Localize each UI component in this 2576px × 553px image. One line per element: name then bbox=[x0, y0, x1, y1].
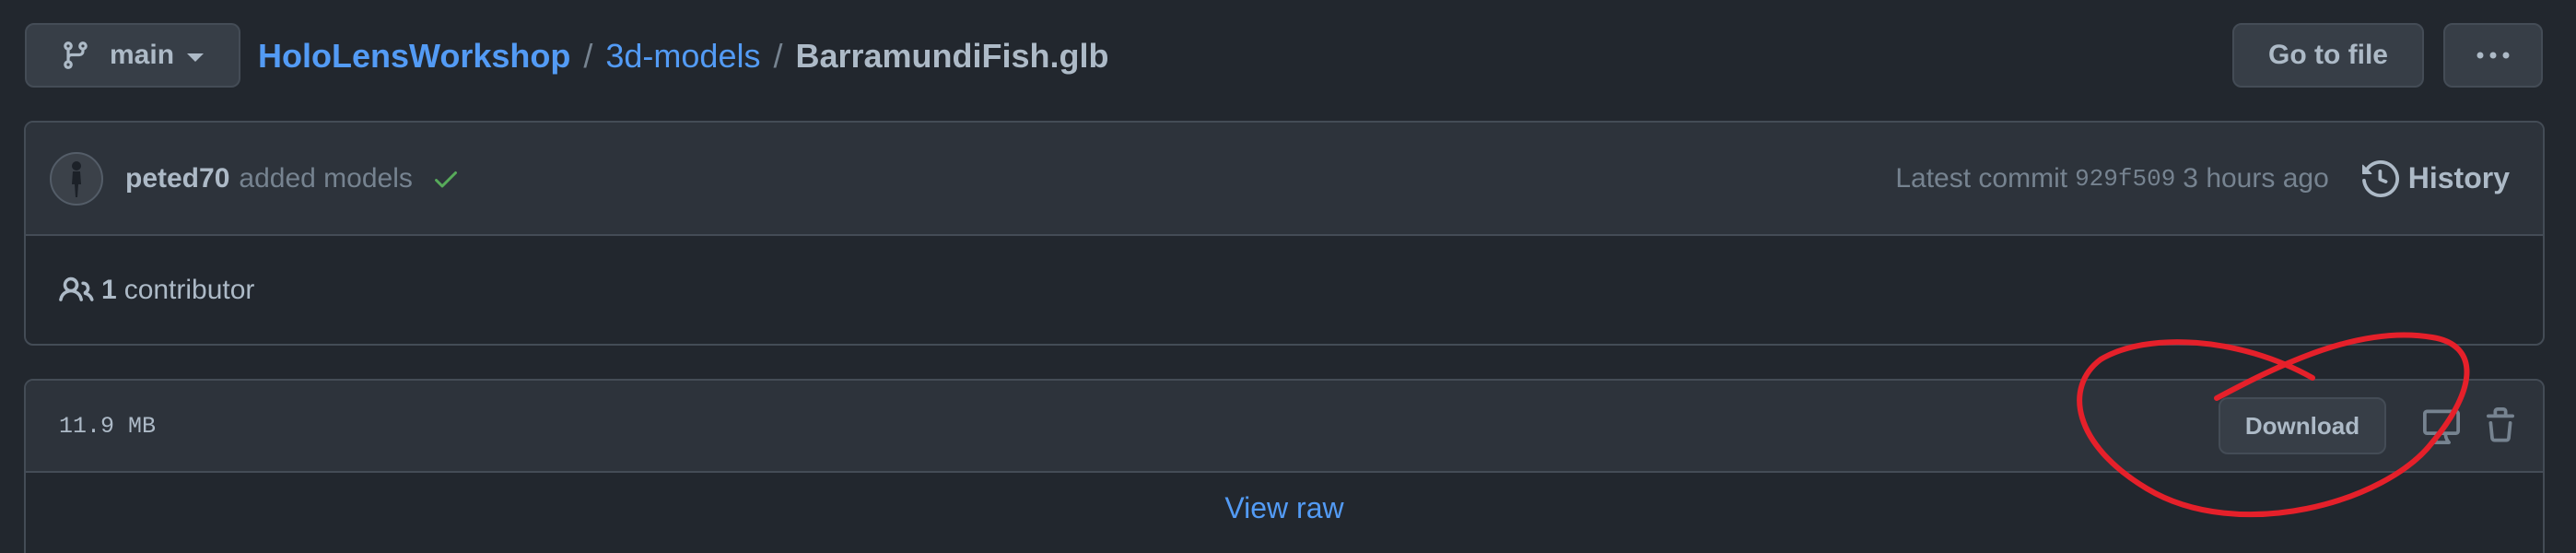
trash-icon bbox=[2487, 407, 2514, 442]
person-silhouette-icon bbox=[72, 160, 81, 197]
kebab-horizontal-icon bbox=[2476, 52, 2510, 59]
caret-down-icon bbox=[187, 53, 205, 62]
commit-time: 3 hours ago bbox=[2183, 162, 2329, 194]
file-view-page: main HoloLensWorkshop / 3d-models / Barr… bbox=[0, 0, 2576, 553]
file-header: 11.9 MB Download bbox=[26, 381, 2543, 473]
branch-selector-button[interactable]: main bbox=[25, 23, 240, 88]
people-icon bbox=[59, 276, 94, 301]
more-options-button[interactable] bbox=[2443, 23, 2543, 88]
go-to-file-button[interactable]: Go to file bbox=[2232, 23, 2424, 88]
contributor-count: 1 bbox=[101, 274, 117, 305]
latest-commit-box: peted70 added models Latest commit 929f5… bbox=[24, 121, 2545, 346]
delete-file-button[interactable] bbox=[2475, 400, 2526, 452]
desktop-icon bbox=[2423, 409, 2460, 444]
history-link[interactable]: History bbox=[2361, 159, 2510, 197]
open-desktop-button[interactable] bbox=[2416, 400, 2467, 452]
breadcrumb: HoloLensWorkshop / 3d-models / Barramund… bbox=[258, 33, 1109, 79]
file-size: 11.9 MB bbox=[59, 412, 157, 440]
breadcrumb-folder-link[interactable]: 3d-models bbox=[605, 37, 760, 76]
breadcrumb-separator: / bbox=[583, 37, 593, 75]
git-branch-icon bbox=[64, 41, 88, 69]
file-content-box: 11.9 MB Download View raw bbox=[24, 379, 2545, 553]
contributor-label: contributor bbox=[123, 274, 255, 305]
breadcrumb-repo-link[interactable]: HoloLensWorkshop bbox=[258, 37, 570, 76]
branch-name: main bbox=[110, 40, 175, 70]
latest-commit-label: Latest commit bbox=[1895, 162, 2068, 194]
check-icon bbox=[434, 171, 457, 187]
history-icon bbox=[2361, 159, 2399, 197]
commit-author[interactable]: peted70 bbox=[125, 163, 229, 194]
history-label: History bbox=[2407, 161, 2510, 194]
view-raw-row: View raw bbox=[26, 473, 2543, 553]
view-raw-link[interactable]: View raw bbox=[1224, 491, 1343, 553]
commit-message[interactable]: added models bbox=[239, 163, 412, 194]
download-button[interactable]: Download bbox=[2219, 397, 2386, 454]
avatar[interactable] bbox=[50, 151, 103, 206]
commit-header: peted70 added models Latest commit 929f5… bbox=[26, 123, 2543, 236]
breadcrumb-current-file: BarramundiFish.glb bbox=[795, 37, 1109, 75]
breadcrumb-separator: / bbox=[773, 37, 783, 75]
contributors-row[interactable]: 1 contributor bbox=[26, 236, 2543, 344]
commit-sha-link[interactable]: 929f509 bbox=[2075, 165, 2175, 193]
